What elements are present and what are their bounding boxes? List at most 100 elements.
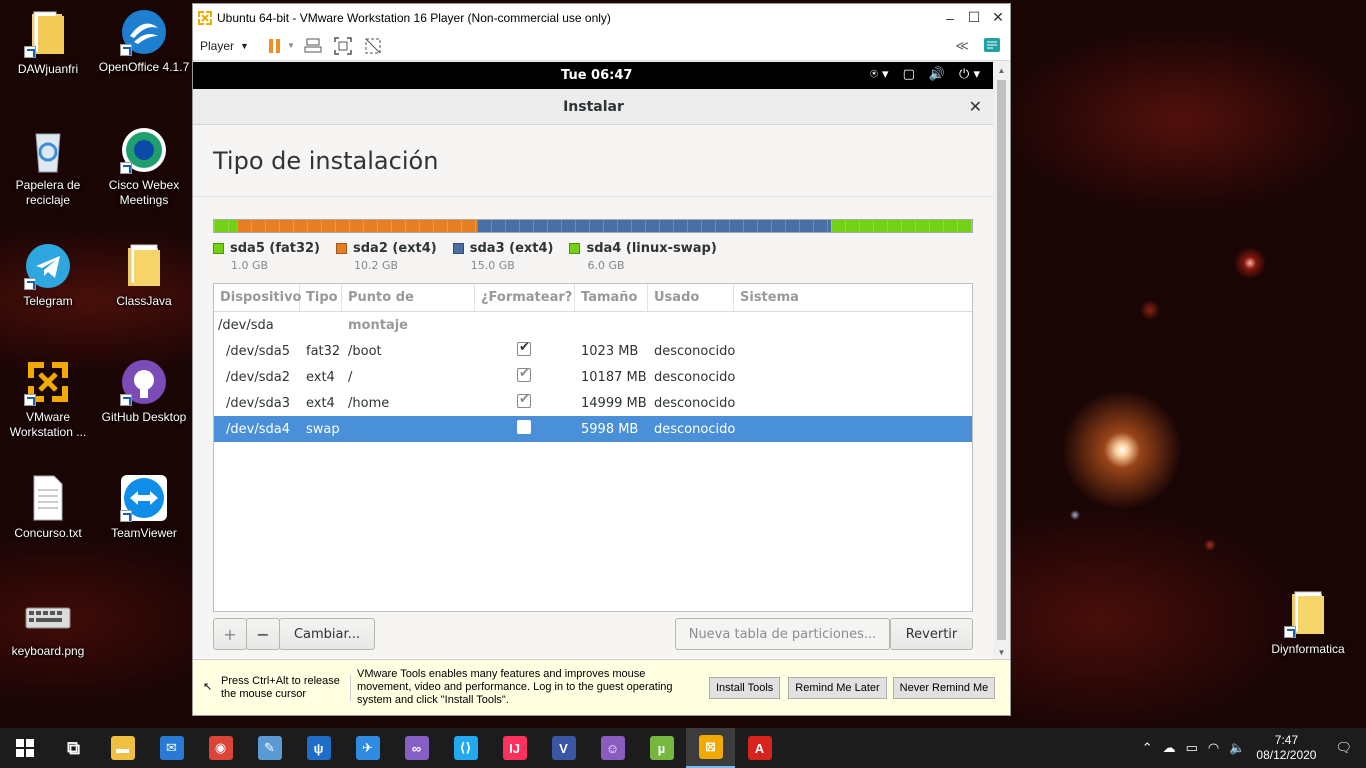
start-button[interactable]	[0, 728, 49, 768]
remind-later-button[interactable]: Remind Me Later	[788, 676, 887, 699]
sourcetree-icon: ψ	[306, 736, 331, 760]
close-button[interactable]: ✕	[986, 9, 1010, 26]
taskbar-item[interactable]: ✈	[343, 728, 392, 768]
taskbar-item[interactable]: ☺	[588, 728, 637, 768]
fullscreen-button[interactable]	[331, 35, 355, 57]
taskbar-item[interactable]: ⧉	[49, 728, 98, 768]
chevron-down-icon[interactable]: ▼	[287, 41, 295, 50]
remove-partition-button[interactable]: −	[246, 618, 280, 650]
close-icon[interactable]: ✕	[969, 89, 982, 125]
desktop-icon-label: DAWjuanfri	[17, 62, 79, 76]
desktop-icon-teamviewer[interactable]: TeamViewer	[96, 474, 192, 541]
scroll-down-icon[interactable]: ▼	[993, 648, 1010, 657]
unity-button[interactable]	[361, 35, 385, 57]
pause-icon	[268, 38, 280, 53]
maximize-button[interactable]: ☐	[962, 9, 986, 26]
onedrive-icon[interactable]: ☁	[1163, 740, 1176, 756]
new-partition-table-button[interactable]: Nueva tabla de particiones...	[675, 618, 890, 650]
add-partition-button[interactable]: +	[213, 618, 247, 650]
revert-button[interactable]: Revertir	[890, 618, 973, 650]
taskbar-item[interactable]: ◉	[196, 728, 245, 768]
legend-size: 6.0 GB	[587, 259, 625, 272]
scrollbar-thumb[interactable]	[997, 80, 1006, 640]
taskbar-item[interactable]: A	[735, 728, 784, 768]
desktop-icon-label: Concurso.txt	[14, 526, 82, 540]
format-checkbox[interactable]	[517, 340, 531, 356]
guest-clock[interactable]: Tue 06:47	[561, 68, 632, 83]
power-icon[interactable]: ⏻ ▾	[959, 67, 980, 82]
minimize-button[interactable]: –	[938, 10, 962, 26]
message-log-button[interactable]	[980, 35, 1004, 57]
format-checkbox[interactable]	[517, 366, 531, 382]
desktop-icon-dawjuanfri[interactable]: DAWjuanfri	[0, 10, 96, 77]
taskbar-clock[interactable]: 7:47 08/12/2020	[1256, 733, 1316, 763]
installer-dialog: Instalar ✕ Tipo de instalación sda5 (fat…	[193, 89, 994, 659]
cell-device: /dev/sda4	[226, 421, 290, 437]
send-ctrl-alt-del-button[interactable]	[301, 35, 325, 57]
player-menu[interactable]: Player ▼	[200, 39, 249, 53]
taskbar-item[interactable]: ▬	[98, 728, 147, 768]
accessibility-icon[interactable]: ⍟ ▾	[870, 67, 888, 82]
visio-icon: V	[551, 736, 576, 760]
table-row[interactable]: /dev/sda5 fat32 /boot 1023 MB desconocid…	[214, 338, 972, 364]
volume-icon[interactable]: 🔈	[1229, 740, 1245, 756]
scroll-up-icon[interactable]: ▲	[993, 66, 1010, 75]
cell-used: desconocido	[654, 395, 736, 411]
desktop-icon-label: Telegram	[23, 294, 73, 308]
taskbar-item[interactable]: ⊠	[686, 728, 735, 768]
system-tray: ⌃ ☁ ▭ ◠ 🔈 7:47 08/12/2020 🗨	[1137, 728, 1366, 768]
desktop-icon-webex[interactable]: Cisco Webex Meetings	[96, 126, 192, 208]
taskbar-item[interactable]: ∞	[392, 728, 441, 768]
column-header[interactable]: Sistema	[734, 284, 972, 311]
guest-system-tray[interactable]: ⍟ ▾ ▢ 🔊 ⏻ ▾	[870, 67, 980, 82]
never-remind-button[interactable]: Never Remind Me	[892, 676, 996, 699]
pause-button[interactable]	[263, 35, 287, 57]
github-desktop-icon: ☺	[600, 736, 625, 760]
desktop-icon-recycle-bin[interactable]: Papelera de reciclaje	[0, 126, 96, 208]
disk-name: /dev/sda	[218, 317, 274, 333]
battery-icon[interactable]: ▭	[1186, 740, 1198, 756]
desktop-icon-concurso[interactable]: Concurso.txt	[0, 474, 96, 541]
desktop-icon-diynformatica[interactable]: Diynformatica	[1260, 590, 1356, 657]
desktop-icon-vmware[interactable]: VMware Workstation ...	[0, 358, 96, 440]
column-header[interactable]: Usado	[648, 284, 734, 311]
cursor-icon: ↖	[203, 680, 213, 693]
column-header[interactable]: Dispositivo	[214, 284, 302, 311]
desktop-icon-github[interactable]: GitHub Desktop	[96, 358, 192, 425]
format-checkbox[interactable]	[517, 420, 531, 434]
table-row-selected[interactable]: /dev/sda4 swap 5998 MB desconocido	[214, 416, 972, 442]
guest-display[interactable]: Tue 06:47 ⍟ ▾ ▢ 🔊 ⏻ ▾ Instalar ✕ Tipo de…	[193, 62, 994, 659]
taskbar-item[interactable]: µ	[637, 728, 686, 768]
taskbar-item[interactable]: ψ	[294, 728, 343, 768]
taskbar-item[interactable]: ✉	[147, 728, 196, 768]
format-checkbox[interactable]	[517, 392, 531, 408]
taskbar-item[interactable]: ⟨⟩	[441, 728, 490, 768]
notifications-icon[interactable]: 🗨	[1335, 740, 1352, 756]
desktop-icon-openoffice[interactable]: OpenOffice 4.1.7	[96, 8, 192, 75]
legend-item-sda2: sda2 (ext4) 10.2 GB	[336, 241, 437, 272]
table-row[interactable]: /dev/sda3 ext4 /home 14999 MB desconocid…	[214, 390, 972, 416]
guest-scrollbar[interactable]: ▲ ▼	[993, 62, 1010, 659]
column-header[interactable]: Tipo	[300, 284, 342, 311]
table-row[interactable]: /dev/sda2 ext4 / 10187 MB desconocido	[214, 364, 972, 390]
collapse-toolbar-button[interactable]: ≪	[950, 35, 974, 57]
partition-table[interactable]: Dispositivo Tipo Punto de montaje ¿Forma…	[213, 283, 973, 612]
legend-label: sda5 (fat32)	[230, 241, 321, 256]
change-partition-button[interactable]: Cambiar...	[279, 618, 375, 650]
install-tools-button[interactable]: Install Tools	[709, 676, 781, 699]
desktop-icon-classjava[interactable]: ClassJava	[96, 242, 192, 309]
column-header[interactable]: ¿Formatear?	[475, 284, 575, 311]
table-row-disk[interactable]: /dev/sda	[214, 312, 972, 338]
taskbar-item[interactable]: ✎	[245, 728, 294, 768]
chevron-up-icon[interactable]: ⌃	[1142, 740, 1153, 756]
window-icon[interactable]: ▢	[903, 67, 915, 82]
desktop-icon-keyboard[interactable]: keyboard.png	[0, 600, 96, 659]
cell-type: fat32	[306, 343, 341, 359]
desktop-icon-telegram[interactable]: Telegram	[0, 242, 96, 309]
volume-icon[interactable]: 🔊	[929, 67, 945, 82]
taskbar-item[interactable]: IJ	[490, 728, 539, 768]
column-header[interactable]: Punto de montaje	[342, 284, 475, 333]
wifi-icon[interactable]: ◠	[1208, 740, 1219, 756]
column-header[interactable]: Tamaño	[575, 284, 648, 311]
taskbar-item[interactable]: V	[539, 728, 588, 768]
